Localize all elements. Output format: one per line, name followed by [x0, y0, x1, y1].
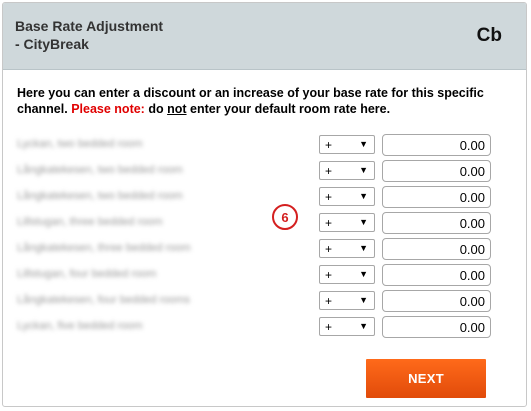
dropdown-arrow-icon: ▼ — [359, 321, 368, 331]
sign-select[interactable]: + ▼ — [319, 265, 375, 284]
rate-adjustment-input[interactable] — [382, 134, 491, 156]
room-row: Långkatekesen, four bedded rooms + ▼ — [17, 290, 497, 312]
room-row: Lillstugan, three bedded room + ▼ — [17, 212, 497, 234]
room-label: Lyckan, five bedded room — [17, 320, 143, 332]
sign-select-value: + — [325, 164, 333, 178]
room-label: Lillstugan, four bedded room — [17, 268, 157, 280]
dialog-header: Base Rate Adjustment - CityBreak Cb — [3, 3, 526, 70]
room-label: Långkatekesen, two bedded room — [17, 164, 183, 176]
room-row: Lyckan, five bedded room + ▼ — [17, 316, 497, 338]
sign-select-value: + — [325, 138, 333, 152]
note-text-not: not — [167, 102, 187, 116]
note-text-do: do — [148, 102, 164, 116]
dialog-title: Base Rate Adjustment - CityBreak — [15, 18, 164, 52]
rate-adjustment-input[interactable] — [382, 264, 491, 286]
sign-select-value: + — [325, 268, 333, 282]
sign-select-value: + — [325, 242, 333, 256]
dropdown-arrow-icon: ▼ — [359, 269, 368, 279]
dropdown-arrow-icon: ▼ — [359, 139, 368, 149]
room-label: Långkatekesen, four bedded rooms — [17, 294, 191, 306]
sign-select[interactable]: + ▼ — [319, 291, 375, 310]
sign-select[interactable]: + ▼ — [319, 317, 375, 336]
room-row: Långkatekesen, two bedded room + ▼ — [17, 186, 497, 208]
room-label: Lillstugan, three bedded room — [17, 216, 163, 228]
room-row: Långkatekesen, three bedded room + ▼ — [17, 238, 497, 260]
sign-select-value: + — [325, 320, 333, 334]
rate-adjustment-input[interactable] — [382, 186, 491, 208]
room-row: Lillstugan, four bedded room + ▼ — [17, 264, 497, 286]
dropdown-arrow-icon: ▼ — [359, 295, 368, 305]
room-label: Långkatekesen, three bedded room — [17, 242, 191, 254]
room-row: Lyckan, two bedded room + ▼ — [17, 134, 497, 156]
note-text-rest: enter your default room rate here. — [190, 102, 391, 116]
sign-select[interactable]: + ▼ — [319, 239, 375, 258]
sign-select[interactable]: + ▼ — [319, 135, 375, 154]
rate-adjustment-input[interactable] — [382, 316, 491, 338]
rate-adjustment-input[interactable] — [382, 290, 491, 312]
sign-select-value: + — [325, 294, 333, 308]
dialog-panel: Base Rate Adjustment - CityBreak Cb Here… — [2, 2, 527, 407]
dropdown-arrow-icon: ▼ — [359, 191, 368, 201]
sign-select[interactable]: + ▼ — [319, 187, 375, 206]
dropdown-arrow-icon: ▼ — [359, 217, 368, 227]
sign-select-value: + — [325, 216, 333, 230]
instructions-text: Here you can enter a discount or an incr… — [17, 85, 517, 117]
room-row: Långkatekesen, two bedded room + ▼ — [17, 160, 497, 182]
sign-select[interactable]: + ▼ — [319, 213, 375, 232]
room-label: Lyckan, two bedded room — [17, 138, 143, 150]
rate-adjustment-input[interactable] — [382, 160, 491, 182]
sign-select[interactable]: + ▼ — [319, 161, 375, 180]
note-label: Please note: — [71, 102, 145, 116]
step-marker: 6 — [272, 204, 298, 230]
next-button[interactable]: NEXT — [366, 359, 486, 398]
rate-adjustment-input[interactable] — [382, 212, 491, 234]
dropdown-arrow-icon: ▼ — [359, 165, 368, 175]
dropdown-arrow-icon: ▼ — [359, 243, 368, 253]
sign-select-value: + — [325, 190, 333, 204]
channel-code: Cb — [476, 25, 502, 46]
rate-adjustment-input[interactable] — [382, 238, 491, 260]
room-label: Långkatekesen, two bedded room — [17, 190, 183, 202]
